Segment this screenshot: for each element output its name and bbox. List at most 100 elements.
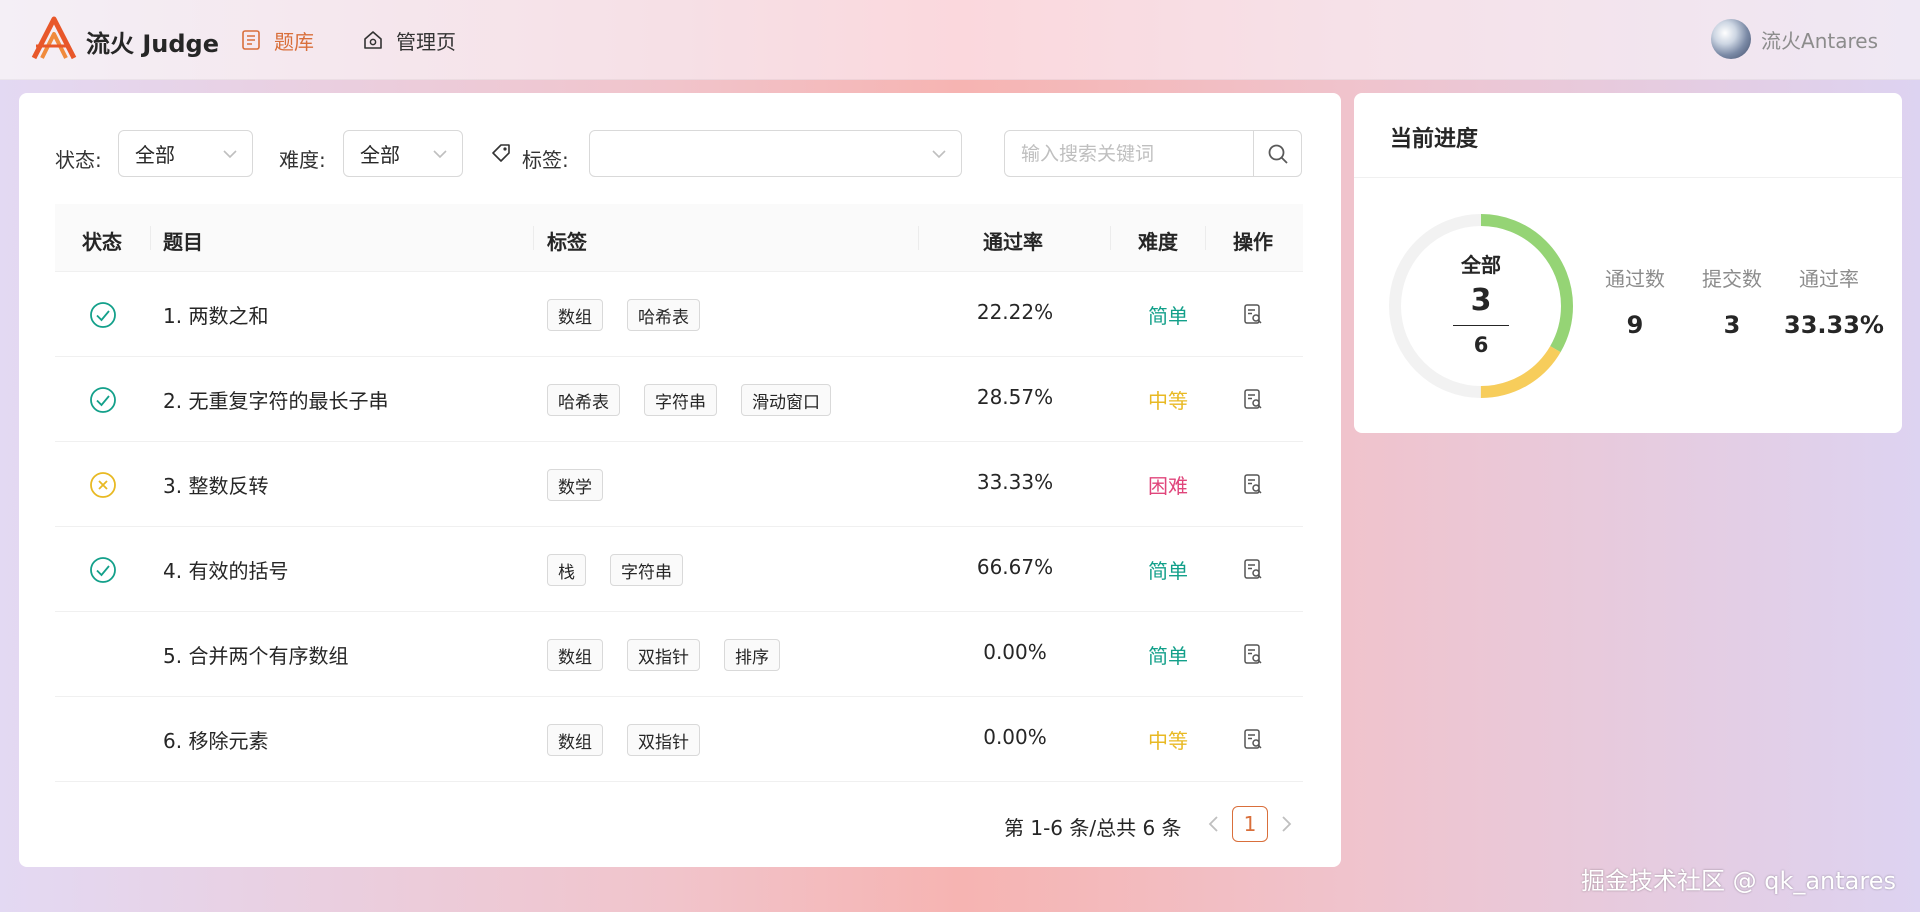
table-row[interactable]: 6. 移除元素 数组 双指针 0.00% 中等 [55,697,1303,782]
stat-submitted-value: 3 [1723,311,1741,339]
chevron-down-icon [223,150,237,159]
problem-title[interactable]: 2. 无重复字符的最长子串 [163,385,388,414]
tag-badge: 字符串 [644,384,717,416]
column-rate: 通过率 [983,230,1043,254]
check-circle-icon [90,387,116,413]
problem-title[interactable]: 5. 合并两个有序数组 [163,640,348,669]
nav-admin[interactable]: 管理页 [362,24,456,56]
search-input[interactable] [1005,131,1255,176]
close-circle-icon [90,472,116,498]
tag-list: 数学 [547,469,627,501]
difficulty-select-value: 全部 [360,143,400,167]
tag-icon [492,144,510,162]
difficulty-filter-label: 难度: [279,148,326,172]
search-button[interactable] [1253,131,1301,176]
problem-title[interactable]: 3. 整数反转 [163,470,268,499]
tag-badge: 滑动窗口 [741,384,831,416]
tag-badge: 数组 [547,299,603,331]
check-circle-icon [90,557,116,583]
table-row[interactable]: 3. 整数反转 数学 33.33% 困难 [55,442,1303,527]
table-row[interactable]: 2. 无重复字符的最长子串 哈希表 字符串 滑动窗口 28.57% 中等 [55,357,1303,442]
view-problem-icon[interactable] [1241,727,1265,751]
status-filter-label: 状态: [55,148,102,172]
difficulty-select[interactable]: 全部 [343,130,463,177]
user-menu[interactable]: 流火Antares [1711,19,1878,59]
stat-rate-value: 33.33% [1784,311,1884,339]
column-actions: 操作 [1233,230,1273,254]
tag-badge: 字符串 [610,554,683,586]
column-divider [150,226,151,250]
tag-badge: 哈希表 [627,299,700,331]
search-icon [1268,144,1288,164]
user-name: 流火Antares [1761,28,1878,53]
progress-title: 当前进度 [1390,127,1479,152]
tag-badge: 双指针 [627,639,700,671]
problem-title[interactable]: 1. 两数之和 [163,300,268,329]
tag-list: 哈希表 字符串 滑动窗口 [547,384,855,416]
top-header: 流火 Judge 题库 管理页 流火Antares [0,0,1920,80]
watermark: 掘金技术社区 @ qk_antares [1580,867,1896,895]
difficulty-label: 困难 [1148,474,1188,498]
chevron-down-icon [932,150,946,159]
tag-badge: 双指针 [627,724,700,756]
check-circle-icon [90,302,116,328]
tag-badge: 数学 [547,469,603,501]
list-icon [242,30,260,50]
tag-badge: 排序 [724,639,780,671]
column-title: 题目 [163,230,203,254]
column-divider [533,226,534,250]
pagination-page-1[interactable]: 1 [1232,806,1268,842]
tag-badge: 数组 [547,724,603,756]
stat-passed-label: 通过数 [1605,267,1665,291]
column-divider [918,226,919,250]
chevron-down-icon [433,150,447,159]
problem-title[interactable]: 4. 有效的括号 [163,555,288,584]
chevron-right-icon[interactable] [1278,814,1294,834]
ring-label: 全部 [1461,253,1501,277]
pass-rate: 66.67% [976,555,1054,579]
stat-submitted-label: 提交数 [1702,267,1762,291]
column-divider [1205,226,1206,250]
difficulty-label: 中等 [1148,729,1188,753]
pass-rate: 22.22% [976,300,1054,324]
difficulty-label: 简单 [1148,559,1188,583]
view-problem-icon[interactable] [1241,302,1265,326]
pass-rate: 0.00% [983,640,1047,664]
ring-total: 6 [1473,333,1489,357]
nav-problems-label: 题库 [274,29,314,54]
status-select-value: 全部 [135,143,175,167]
view-problem-icon[interactable] [1241,472,1265,496]
column-divider [1110,226,1111,250]
nav-admin-label: 管理页 [396,29,456,54]
problem-title[interactable]: 6. 移除元素 [163,725,268,754]
tags-select[interactable] [589,130,962,177]
brand-name[interactable]: 流火 Judge [86,24,219,59]
view-problem-icon[interactable] [1241,642,1265,666]
home-gear-icon [364,31,382,49]
pass-rate: 33.33% [976,470,1054,494]
pass-rate: 28.57% [976,385,1054,409]
table-row[interactable]: 4. 有效的括号 栈字符串 66.67% 简单 [55,527,1303,612]
column-status: 状态 [82,230,122,254]
avatar[interactable] [1711,19,1752,59]
tag-list: 数组 双指针 排序 [547,639,804,671]
pass-rate: 0.00% [983,725,1047,749]
ring-fraction-line [1453,325,1509,326]
view-problem-icon[interactable] [1241,387,1265,411]
tag-badge: 栈 [547,554,586,586]
table-header: 状态 题目 标签 通过率 难度 操作 [55,204,1303,272]
pagination-summary: 第 1-6 条/总共 6 条 [1004,816,1182,840]
table-row[interactable]: 1. 两数之和 数组 哈希表 22.22% 简单 [55,272,1303,357]
stat-rate-label: 通过率 [1799,267,1859,291]
status-select[interactable]: 全部 [118,130,253,177]
nav-problems[interactable]: 题库 [240,24,314,56]
table-row[interactable]: 5. 合并两个有序数组 数组 双指针 排序 0.00% 简单 [55,612,1303,697]
divider [1354,177,1902,178]
ring-value: 3 [1470,283,1492,318]
tag-badge: 数组 [547,639,603,671]
view-problem-icon[interactable] [1241,557,1265,581]
tag-list: 栈字符串 [547,554,707,586]
difficulty-label: 简单 [1148,304,1188,328]
column-tags: 标签 [547,230,587,254]
chevron-left-icon[interactable] [1206,814,1222,834]
